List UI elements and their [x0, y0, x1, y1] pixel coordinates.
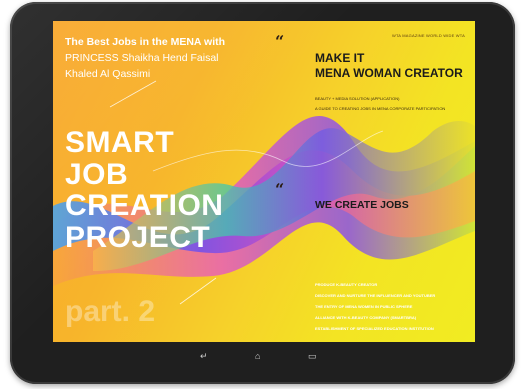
- list-item: PRODUCE K-BEAUTY CREATOR: [315, 282, 378, 287]
- subtext-line: A GUIDE TO CREATING JOBS IN MENA CORPORA…: [315, 106, 446, 111]
- header-line-1: The Best Jobs in the MENA with: [65, 36, 226, 48]
- project-title-line: PROJECT: [65, 220, 211, 254]
- back-icon[interactable]: ↵: [200, 350, 208, 362]
- list-item: DISCOVER AND NURTURE THE INFLUENCER AND …: [315, 293, 436, 298]
- project-title: SMART JOB CREATION PROJECT: [65, 127, 223, 253]
- we-create-heading: WE CREATE JOBS: [315, 199, 409, 211]
- tablet-nav-buttons: ↵ ⌂ ▭: [200, 350, 330, 362]
- decorative-line: [179, 277, 217, 305]
- bottom-list: PRODUCE K-BEAUTY CREATOR DISCOVER AND NU…: [315, 279, 435, 334]
- magazine-label: WTA MAGAZINE WORLD WIDE WTA: [391, 33, 465, 38]
- menu-icon[interactable]: ▭: [308, 350, 317, 362]
- decorative-line: [109, 80, 157, 108]
- make-it-line-2: MENA WOMAN CREATOR: [315, 66, 463, 80]
- tablet-screen: The Best Jobs in the MENA with PRINCESS …: [53, 21, 475, 342]
- subtext-line: BEAUTY + MEDIA SOLUTION (APPLICATION): [315, 96, 400, 101]
- project-title-line: CREATION: [65, 189, 224, 222]
- part-label: part. 2: [65, 295, 156, 328]
- list-item: ALLIANCE WITH K-BEAUTY COMPANY (SMARTBRA…: [315, 315, 417, 320]
- project-title-line: SMART: [65, 126, 175, 159]
- make-it-line-1: MAKE IT: [315, 51, 365, 65]
- quote-icon: “: [275, 180, 285, 199]
- header-title: The Best Jobs in the MENA with PRINCESS …: [65, 34, 285, 82]
- list-item: THE ENTRY OF MENA WOMEN IN PUBLIC SPHERE: [315, 304, 413, 309]
- make-it-subtext: BEAUTY + MEDIA SOLUTION (APPLICATION) A …: [315, 94, 445, 114]
- list-item: ESTABLISHMENT OF SPECIALIZED EDUCATION I…: [315, 326, 434, 331]
- quote-icon: “: [275, 32, 285, 51]
- home-icon[interactable]: ⌂: [255, 350, 260, 362]
- make-it-heading: MAKE IT MENA WOMAN CREATOR: [315, 51, 463, 81]
- project-title-line: JOB: [65, 157, 129, 191]
- header-line-3: Khaled Al Qassimi: [65, 68, 151, 80]
- header-line-2: PRINCESS Shaikha Hend Faisal: [65, 52, 219, 64]
